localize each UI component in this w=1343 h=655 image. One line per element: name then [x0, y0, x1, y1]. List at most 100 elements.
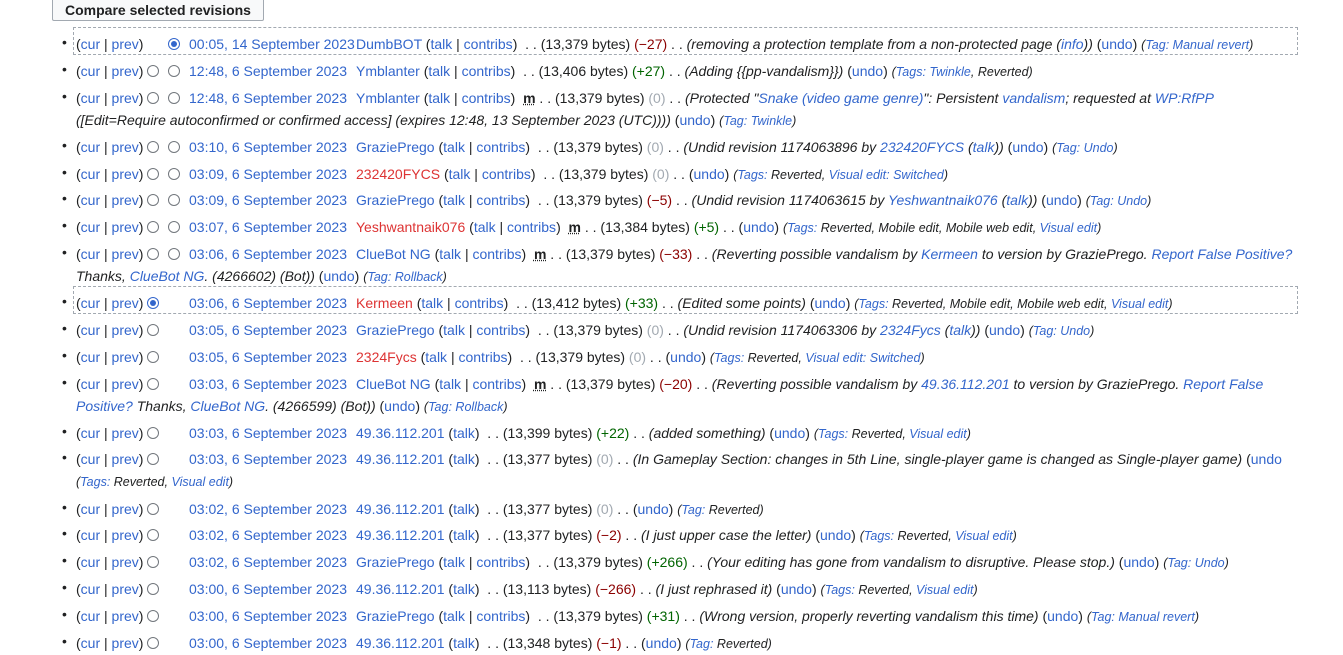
prev-link[interactable]: prev — [112, 608, 139, 624]
older-radio[interactable] — [147, 556, 159, 568]
tag-link[interactable]: Visual edit — [916, 583, 973, 597]
tag-link[interactable]: Manual revert — [1118, 610, 1194, 624]
cur-link[interactable]: cur — [81, 322, 100, 338]
revision-timestamp-link[interactable]: 03:00, 6 September 2023 — [189, 581, 347, 597]
undo-link[interactable]: undo — [989, 322, 1020, 338]
talk-link[interactable]: talk — [430, 36, 452, 52]
page-link[interactable]: Snake (video game genre) — [758, 90, 923, 106]
bot-link[interactable]: ClueBot NG — [190, 398, 265, 414]
user-link[interactable]: Ymblanter — [356, 90, 420, 106]
older-radio[interactable] — [147, 503, 159, 515]
summary-talk-link[interactable]: talk — [1006, 192, 1028, 208]
cur-link[interactable]: cur — [81, 295, 100, 311]
talk-link[interactable]: talk — [443, 139, 465, 155]
talk-link[interactable]: talk — [453, 501, 475, 517]
cur-link[interactable]: cur — [81, 527, 100, 543]
tag-label-link[interactable]: Tag: — [428, 400, 452, 414]
older-radio[interactable] — [147, 248, 159, 260]
user-link[interactable]: 49.36.112.201 — [356, 501, 445, 517]
talk-link[interactable]: talk — [453, 425, 475, 441]
summary-user-link[interactable]: 2324Fycs — [880, 322, 941, 338]
report-false-positive-link[interactable]: Report False — [1183, 376, 1263, 392]
bot-link[interactable]: ClueBot NG — [130, 268, 205, 284]
rfpp-link[interactable]: WP:RfPP — [1155, 90, 1214, 106]
summary-talk-link[interactable]: talk — [949, 322, 971, 338]
newer-radio[interactable] — [168, 194, 180, 206]
tag-label-link[interactable]: Tag: — [681, 503, 705, 517]
summary-user-link[interactable]: 232420FYCS — [880, 139, 964, 155]
tag-label-link[interactable]: Tags: — [714, 351, 744, 365]
older-radio[interactable] — [147, 65, 159, 77]
summary-user-link[interactable]: 49.36.112.201 — [921, 376, 1010, 392]
user-link[interactable]: Yeshwantnaik076 — [356, 219, 465, 235]
prev-link[interactable]: prev — [112, 635, 139, 651]
tag-link[interactable]: Visual edit — [1111, 297, 1168, 311]
tag-link[interactable]: Visual edit — [171, 475, 228, 489]
tag-link[interactable]: Manual revert — [1173, 38, 1249, 52]
report-false-positive-link[interactable]: Report False Positive? — [1151, 246, 1292, 262]
older-radio[interactable] — [147, 583, 159, 595]
cur-link[interactable]: cur — [81, 349, 100, 365]
revision-timestamp-link[interactable]: 03:10, 6 September 2023 — [189, 139, 347, 155]
tag-label-link[interactable]: Tags: — [818, 427, 848, 441]
contribs-link[interactable]: contribs — [458, 349, 507, 365]
user-link[interactable]: 49.36.112.201 — [356, 527, 445, 543]
talk-link[interactable]: talk — [449, 166, 471, 182]
tag-label-link[interactable]: Tags: — [737, 168, 767, 182]
contribs-link[interactable]: contribs — [476, 608, 525, 624]
older-radio[interactable] — [147, 351, 159, 363]
info-link[interactable]: info — [1061, 36, 1084, 52]
revision-timestamp-link[interactable]: 03:07, 6 September 2023 — [189, 219, 347, 235]
tag-label-link[interactable]: Tag: — [1145, 38, 1169, 52]
user-link[interactable]: Kermeen — [356, 295, 413, 311]
summary-user-link[interactable]: Yeshwantnaik076 — [888, 192, 998, 208]
undo-link[interactable]: undo — [743, 219, 774, 235]
talk-link[interactable]: talk — [453, 527, 475, 543]
prev-link[interactable]: prev — [112, 451, 139, 467]
undo-link[interactable]: undo — [774, 425, 805, 441]
tag-label-link[interactable]: Tags: — [825, 583, 855, 597]
summary-talk-link[interactable]: talk — [973, 139, 995, 155]
undo-link[interactable]: undo — [781, 581, 812, 597]
tag-link[interactable]: Undo — [1195, 556, 1225, 570]
talk-link[interactable]: talk — [428, 90, 450, 106]
older-radio[interactable] — [147, 529, 159, 541]
contribs-link[interactable]: contribs — [472, 246, 521, 262]
prev-link[interactable]: prev — [112, 349, 139, 365]
revision-timestamp-link[interactable]: 03:03, 6 September 2023 — [189, 425, 347, 441]
older-radio[interactable] — [147, 141, 159, 153]
talk-link[interactable]: talk — [443, 554, 465, 570]
contribs-link[interactable]: contribs — [476, 322, 525, 338]
user-link[interactable]: 49.36.112.201 — [356, 581, 445, 597]
prev-link[interactable]: prev — [112, 501, 139, 517]
prev-link[interactable]: prev — [112, 166, 139, 182]
user-link[interactable]: GraziePrego — [356, 554, 435, 570]
user-link[interactable]: Ymblanter — [356, 63, 420, 79]
talk-link[interactable]: talk — [453, 451, 475, 467]
tag-link[interactable]: Visual edit: Switched — [829, 168, 944, 182]
revision-timestamp-link[interactable]: 03:09, 6 September 2023 — [189, 166, 347, 182]
talk-link[interactable]: talk — [453, 581, 475, 597]
revision-timestamp-link[interactable]: 03:02, 6 September 2023 — [189, 501, 347, 517]
cur-link[interactable]: cur — [81, 554, 100, 570]
revision-timestamp-link[interactable]: 03:05, 6 September 2023 — [189, 322, 347, 338]
undo-link[interactable]: undo — [815, 295, 846, 311]
tag-label-link[interactable]: Tag: — [1091, 610, 1115, 624]
tag-label-link[interactable]: Tags: — [896, 65, 926, 79]
undo-link[interactable]: undo — [638, 501, 669, 517]
tag-link[interactable]: Twinkle — [929, 65, 970, 79]
undo-link[interactable]: undo — [1101, 36, 1132, 52]
contribs-link[interactable]: contribs — [476, 192, 525, 208]
prev-link[interactable]: prev — [112, 425, 139, 441]
older-radio[interactable] — [147, 637, 159, 649]
newer-radio[interactable] — [168, 65, 180, 77]
older-radio[interactable] — [147, 324, 159, 336]
prev-link[interactable]: prev — [112, 36, 139, 52]
undo-link[interactable]: undo — [1012, 139, 1043, 155]
user-link[interactable]: GraziePrego — [356, 322, 435, 338]
vandalism-link[interactable]: vandalism — [1002, 90, 1065, 106]
user-link[interactable]: GraziePrego — [356, 139, 435, 155]
revision-timestamp-link[interactable]: 03:02, 6 September 2023 — [189, 527, 347, 543]
prev-link[interactable]: prev — [112, 139, 139, 155]
revision-timestamp-link[interactable]: 03:02, 6 September 2023 — [189, 554, 347, 570]
